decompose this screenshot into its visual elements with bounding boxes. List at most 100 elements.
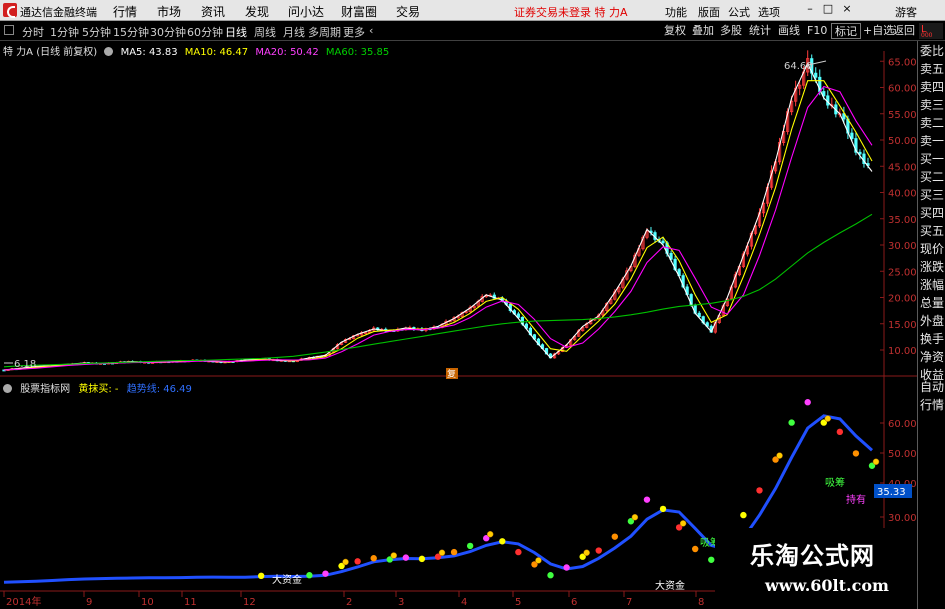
candle-body xyxy=(814,72,818,78)
side-item[interactable]: 行情 xyxy=(920,398,945,412)
chevron-left-icon[interactable]: ‹ xyxy=(369,24,373,37)
tool-overlay[interactable]: 叠加 xyxy=(689,23,717,39)
maximize-icon[interactable]: □ xyxy=(821,2,835,16)
time-tick-label: 2 xyxy=(346,597,352,608)
candle-body xyxy=(850,132,854,139)
side-item[interactable]: 买二 xyxy=(920,170,945,184)
menu-item-wealth[interactable]: 财富圈 xyxy=(341,3,377,20)
menu-options[interactable]: 选项 xyxy=(758,4,780,20)
price-tick-label: 50.00 xyxy=(888,136,917,147)
tool-mark[interactable]: 标记 xyxy=(831,23,861,39)
candle-body xyxy=(661,240,665,244)
money-bag-icon xyxy=(390,552,398,559)
menu-function[interactable]: 功能 xyxy=(665,4,687,20)
guest-label[interactable]: 游客 xyxy=(895,4,917,20)
menu-item-news[interactable]: 资讯 xyxy=(201,3,225,20)
time-tick-label: 2014年 xyxy=(6,595,41,608)
candle-body xyxy=(858,151,862,155)
menu-layout[interactable]: 版面 xyxy=(698,4,720,20)
menu-item-market[interactable]: 行情 xyxy=(113,3,137,20)
indicator-name: 股票指标网 xyxy=(20,384,71,395)
side-item[interactable]: 买一 xyxy=(920,152,945,166)
period-monthly[interactable]: 月线 xyxy=(283,24,305,40)
signal-dot xyxy=(322,570,329,577)
menu-item-discover[interactable]: 发现 xyxy=(245,3,269,20)
side-item[interactable]: 涨跌 xyxy=(920,260,945,274)
watermark-title: 乐淘公式网 xyxy=(750,541,875,570)
time-tick-label: 5 xyxy=(515,597,521,608)
money-bag-icon xyxy=(776,452,783,459)
period-30min[interactable]: 30分钟 xyxy=(150,24,186,40)
side-item[interactable]: 卖四 xyxy=(920,80,945,94)
indicator-line-label: 趋势线: 46.49 xyxy=(126,384,192,395)
kline-chart[interactable]: 吸筹吸筹大资金大资金持有 65.0060.0055.0050.0045.0040… xyxy=(0,41,917,609)
side-item[interactable]: 卖三 xyxy=(920,98,945,112)
period-60min[interactable]: 60分钟 xyxy=(187,24,223,40)
ma10-label: MA10: 46.47 xyxy=(184,47,249,58)
chart-area[interactable]: 吸筹 吸筹 大资金 大资金 持有 65.00 60.00 55.00 50.00 45.00 40… xyxy=(0,41,945,609)
side-item[interactable]: 现价 xyxy=(920,242,945,256)
period-multi[interactable]: 多周期 xyxy=(308,24,341,40)
price-tick-label: 30.00 xyxy=(888,241,917,252)
period-tick[interactable]: 分时 xyxy=(22,24,44,40)
time-tick-label: 10 xyxy=(141,597,154,608)
ma20-label: MA20: 50.42 xyxy=(255,47,319,58)
tool-back[interactable]: 返回 xyxy=(890,23,918,39)
period-more[interactable]: 更多 xyxy=(343,24,365,40)
ma5-line xyxy=(3,62,873,371)
price-tick-label: 10.00 xyxy=(888,346,917,357)
side-item[interactable]: 卖一 xyxy=(920,134,945,148)
period-weekly[interactable]: 周线 xyxy=(254,24,276,40)
annotation-fund: 大资金 xyxy=(655,579,685,592)
price-tick-label: 20.00 xyxy=(888,294,917,305)
side-item[interactable]: 买四 xyxy=(920,206,945,220)
toolbar-checkbox[interactable] xyxy=(4,25,14,35)
side-item[interactable]: 外盘 xyxy=(920,314,945,328)
side-item[interactable]: 总量 xyxy=(920,296,945,310)
close-icon[interactable]: × xyxy=(840,2,854,16)
side-item[interactable]: 买三 xyxy=(920,188,945,202)
candlestick-series xyxy=(2,50,870,372)
signal-dot xyxy=(466,542,474,550)
indicator-tick-label: 60.00 xyxy=(888,419,917,430)
period-1min[interactable]: 1分钟 xyxy=(50,24,79,40)
side-item[interactable]: 涨幅 xyxy=(920,278,945,292)
period-daily[interactable]: 日线 xyxy=(225,24,247,40)
app-title: 通达信金融终端 xyxy=(20,6,97,19)
login-notice[interactable]: 证券交易未登录 特 力A xyxy=(514,4,628,20)
menu-item-trade[interactable]: 交易 xyxy=(396,3,420,20)
money-bag-icon xyxy=(438,549,446,556)
level-badge: L 000 xyxy=(919,23,943,39)
watermark: 乐淘公式网 www.60lt.com xyxy=(715,528,917,609)
side-item[interactable]: 自动 xyxy=(920,380,945,394)
tool-draw[interactable]: 画线 xyxy=(775,23,803,39)
level-badge-sub: 000 xyxy=(921,32,933,39)
menu-item-ask[interactable]: 问小达 xyxy=(288,3,324,20)
period-15min[interactable]: 15分钟 xyxy=(113,24,149,40)
side-item[interactable]: 卖五 xyxy=(920,62,945,76)
time-tick-label: 4 xyxy=(461,597,467,608)
money-bag-icon xyxy=(583,549,590,556)
tool-f10[interactable]: F10 xyxy=(804,23,830,39)
tool-stats[interactable]: 统计 xyxy=(746,23,774,39)
ma60-line xyxy=(3,213,873,368)
side-item[interactable]: 换手 xyxy=(920,332,945,346)
period-5min[interactable]: 5分钟 xyxy=(82,24,111,40)
settings-icon[interactable] xyxy=(104,47,114,56)
side-item[interactable]: 净资 xyxy=(920,350,945,364)
indicator-settings-icon[interactable] xyxy=(3,384,12,393)
tool-multi-stock[interactable]: 多股 xyxy=(717,23,745,39)
menu-item-markets[interactable]: 市场 xyxy=(157,3,181,20)
side-item[interactable]: 委比 xyxy=(920,44,945,58)
minimize-icon[interactable]: – xyxy=(803,2,817,16)
tool-adjust[interactable]: 复权 xyxy=(661,23,689,39)
signal-dot xyxy=(499,538,506,545)
side-item[interactable]: 买五 xyxy=(920,224,945,238)
grid-layer xyxy=(3,60,884,597)
signal-dot xyxy=(852,450,860,457)
signal-dot xyxy=(306,572,313,579)
menu-formula[interactable]: 公式 xyxy=(728,4,750,20)
indicator-value-text: 35.33 xyxy=(877,487,906,498)
signal-dot xyxy=(354,558,361,565)
side-item[interactable]: 卖二 xyxy=(920,116,945,130)
